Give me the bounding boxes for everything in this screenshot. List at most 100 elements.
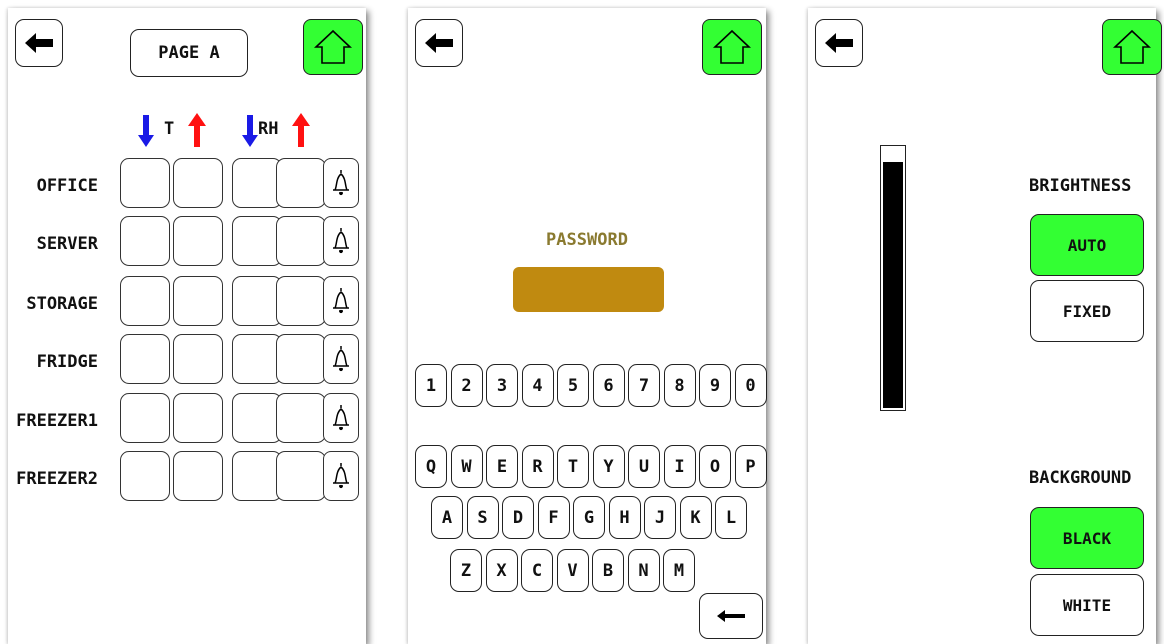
t-min-cell[interactable] xyxy=(120,451,170,501)
key-3[interactable]: 3 xyxy=(486,364,518,407)
key-k[interactable]: K xyxy=(679,496,712,539)
t-min-cell[interactable] xyxy=(120,334,170,384)
key-a[interactable]: A xyxy=(431,496,463,539)
key-y[interactable]: Y xyxy=(592,445,625,488)
background-white-button[interactable]: WHITE xyxy=(1030,574,1144,636)
key-r[interactable]: R xyxy=(521,445,554,488)
bell-icon xyxy=(333,405,349,431)
alarm-bell-button[interactable] xyxy=(323,158,359,208)
home-button[interactable] xyxy=(1102,19,1162,75)
rh-min-cell[interactable] xyxy=(232,276,282,326)
key-f[interactable]: F xyxy=(537,496,570,539)
rh-min-cell[interactable] xyxy=(232,216,282,266)
key-6[interactable]: 6 xyxy=(592,364,625,407)
rh-max-cell[interactable] xyxy=(276,216,326,266)
back-button[interactable] xyxy=(15,19,63,67)
key-i[interactable]: I xyxy=(663,445,696,488)
back-button[interactable] xyxy=(815,19,863,67)
brightness-fixed-button[interactable]: FIXED xyxy=(1030,280,1144,342)
rh-min-cell[interactable] xyxy=(232,334,282,384)
key-t[interactable]: T xyxy=(557,445,589,488)
alarm-bell-button[interactable] xyxy=(323,334,359,384)
key-c[interactable]: C xyxy=(521,549,553,592)
key-j[interactable]: J xyxy=(644,496,676,539)
key-u[interactable]: U xyxy=(628,445,660,488)
sensor-row-label: OFFICE xyxy=(36,176,98,196)
key-2[interactable]: 2 xyxy=(450,364,483,407)
key-9[interactable]: 9 xyxy=(699,364,731,407)
t-max-cell[interactable] xyxy=(173,451,223,501)
key-7[interactable]: 7 xyxy=(628,364,660,407)
password-field[interactable] xyxy=(513,267,664,312)
rh-max-cell[interactable] xyxy=(276,276,326,326)
rh-min-cell[interactable] xyxy=(232,158,282,208)
t-max-cell[interactable] xyxy=(173,334,223,384)
key-g[interactable]: G xyxy=(573,496,605,539)
brightness-auto-button[interactable]: AUTO xyxy=(1030,214,1144,276)
home-button[interactable] xyxy=(702,19,762,75)
alarm-bell-button[interactable] xyxy=(323,276,359,326)
key-5[interactable]: 5 xyxy=(557,364,589,407)
rh-min-cell[interactable] xyxy=(232,451,282,501)
t-min-cell[interactable] xyxy=(120,393,170,443)
t-max-cell[interactable] xyxy=(173,158,223,208)
key-q[interactable]: Q xyxy=(415,445,447,488)
key-e[interactable]: E xyxy=(486,445,518,488)
rh-max-cell[interactable] xyxy=(276,158,326,208)
key-8[interactable]: 8 xyxy=(663,364,696,407)
backspace-key[interactable] xyxy=(699,593,763,639)
t-max-cell[interactable] xyxy=(173,276,223,326)
rh-min-down-arrow-icon xyxy=(242,115,258,147)
background-black-button[interactable]: BLACK xyxy=(1030,507,1144,569)
key-o[interactable]: O xyxy=(699,445,731,488)
alarm-bell-button[interactable] xyxy=(323,451,359,501)
key-s[interactable]: S xyxy=(466,496,499,539)
back-button[interactable] xyxy=(415,19,463,67)
key-l[interactable]: L xyxy=(715,496,747,539)
key-h[interactable]: H xyxy=(608,496,641,539)
bell-icon xyxy=(333,463,349,489)
brightness-label: BRIGHTNESS xyxy=(1029,176,1132,196)
t-min-cell[interactable] xyxy=(120,158,170,208)
key-b[interactable]: B xyxy=(592,549,624,592)
sensor-row-label: FREEZER1 xyxy=(16,411,98,431)
home-icon xyxy=(313,29,353,64)
key-z[interactable]: Z xyxy=(450,549,482,592)
bell-icon xyxy=(333,228,349,254)
sensor-row-label: SERVER xyxy=(36,234,98,254)
home-button[interactable] xyxy=(303,19,363,75)
key-w[interactable]: W xyxy=(450,445,483,488)
t-min-cell[interactable] xyxy=(120,276,170,326)
back-arrow-icon xyxy=(825,33,853,53)
key-1[interactable]: 1 xyxy=(415,364,447,407)
sensor-row-label: STORAGE xyxy=(26,294,98,314)
t-min-cell[interactable] xyxy=(120,216,170,266)
background-label: BACKGROUND xyxy=(1029,468,1132,488)
bell-icon xyxy=(333,288,349,314)
t-max-cell[interactable] xyxy=(173,393,223,443)
sensor-row-label: FRIDGE xyxy=(36,352,98,372)
key-4[interactable]: 4 xyxy=(521,364,554,407)
home-icon xyxy=(1112,29,1152,64)
rh-max-cell[interactable] xyxy=(276,393,326,443)
key-0[interactable]: 0 xyxy=(734,364,767,407)
rh-max-cell[interactable] xyxy=(276,334,326,384)
key-m[interactable]: M xyxy=(663,549,695,592)
key-v[interactable]: V xyxy=(556,549,589,592)
key-n[interactable]: N xyxy=(627,549,660,592)
back-arrow-icon xyxy=(425,33,453,53)
settings-panel: BRIGHTNESS AUTO FIXED BACKGROUND BLACK W… xyxy=(808,8,1162,644)
page-title[interactable]: PAGE A xyxy=(130,29,248,77)
alarm-bell-button[interactable] xyxy=(323,393,359,443)
bell-icon xyxy=(333,170,349,196)
key-p[interactable]: P xyxy=(734,445,767,488)
brightness-slider[interactable] xyxy=(880,145,906,411)
key-x[interactable]: X xyxy=(485,549,518,592)
rh-max-cell[interactable] xyxy=(276,451,326,501)
key-d[interactable]: D xyxy=(502,496,534,539)
password-panel: PASSWORD 1234567890 QWERTYUIOP ASDFGHJKL ZX… xyxy=(408,8,767,644)
page-a-panel: PAGE A T RH OFFICE SERVER STORAGE FRIDGE FRE… xyxy=(8,8,366,644)
alarm-bell-button[interactable] xyxy=(323,216,359,266)
t-max-cell[interactable] xyxy=(173,216,223,266)
rh-min-cell[interactable] xyxy=(232,393,282,443)
